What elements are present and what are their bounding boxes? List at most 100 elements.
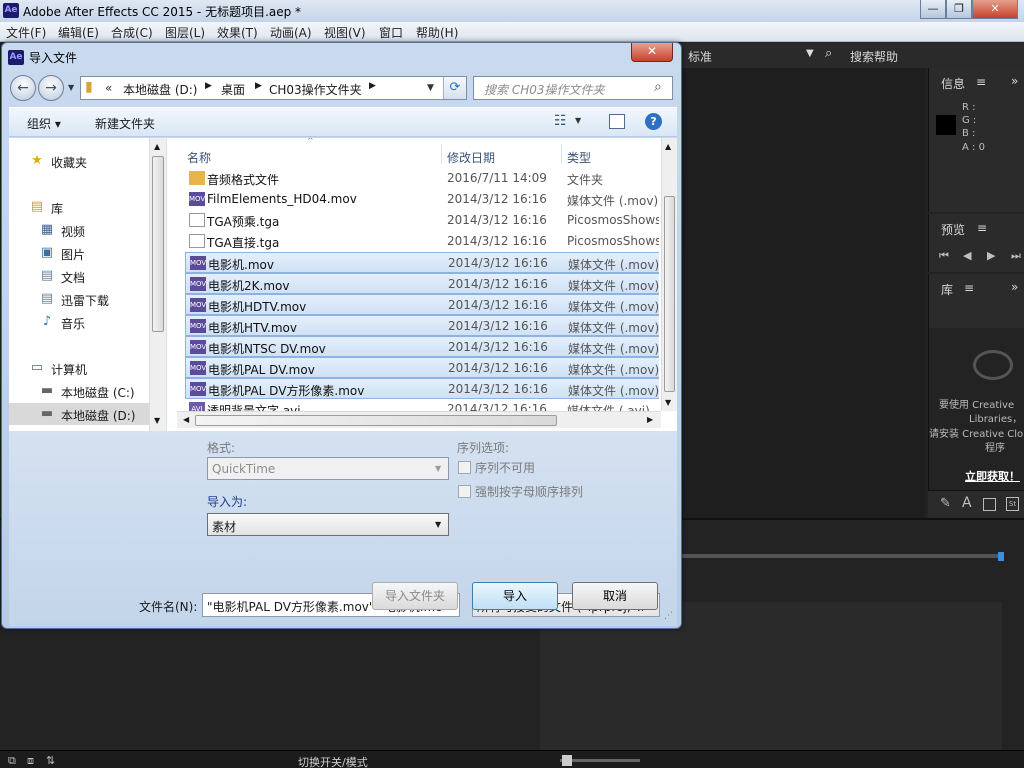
- graph-icon[interactable]: ⇅: [46, 754, 55, 767]
- zoom-slider-handle[interactable]: [562, 755, 572, 766]
- stock-icon[interactable]: St: [1006, 497, 1019, 511]
- file-row[interactable]: 音频格式文件 2016/7/11 14:09 文件夹: [185, 168, 659, 189]
- nav-computer[interactable]: ▭ 计算机: [9, 357, 157, 379]
- scroll-down-icon[interactable]: ▼: [665, 398, 671, 407]
- nav-music[interactable]: ♪ 音乐: [9, 311, 157, 333]
- address-part-drive[interactable]: 本地磁盘 (D:): [123, 81, 197, 98]
- file-list-hscrollbar[interactable]: ◀ ▶: [177, 411, 661, 428]
- menu-layer[interactable]: 图层(L): [165, 24, 205, 41]
- preview-panel-title[interactable]: 预览: [941, 221, 965, 238]
- prev-frame-icon[interactable]: ◀: [963, 249, 971, 262]
- view-menu-icon[interactable]: ☷: [554, 113, 567, 129]
- nav-thunder-downloads[interactable]: ▤ 迅雷下载: [9, 288, 157, 310]
- history-dropdown-icon[interactable]: ▼: [68, 83, 74, 92]
- address-bar[interactable]: ▮ « 本地磁盘 (D:) ▶ 桌面 ▶ CH03操作文件夹 ▶ ▼ ⟳: [80, 76, 467, 100]
- play-icon[interactable]: ▶: [987, 249, 995, 262]
- text-icon[interactable]: A: [962, 495, 972, 511]
- workspace-label[interactable]: 标准: [688, 48, 712, 65]
- import-as-select[interactable]: 素材 ▼: [207, 513, 449, 536]
- search-icon[interactable]: ⌕: [654, 79, 662, 95]
- scroll-down-icon[interactable]: ▼: [154, 416, 160, 425]
- view-dropdown-icon[interactable]: ▼: [575, 116, 581, 125]
- file-row[interactable]: MOV 电影机NTSC DV.mov 2014/3/12 16:16 媒体文件 (.m…: [185, 336, 659, 357]
- next-frame-icon[interactable]: ⏭: [1011, 249, 1021, 263]
- alphabetical-checkbox[interactable]: [458, 485, 471, 498]
- nav-documents[interactable]: ▤ 文档: [9, 265, 157, 287]
- menu-animation[interactable]: 动画(A): [270, 24, 312, 41]
- menu-help[interactable]: 帮助(H): [416, 24, 458, 41]
- preview-pane-icon[interactable]: [609, 114, 625, 129]
- column-type[interactable]: 类型: [567, 149, 591, 166]
- library-install-link[interactable]: 立即获取！: [965, 468, 1020, 484]
- file-row[interactable]: MOV FilmElements_HD04.mov 2014/3/12 16:16 媒…: [185, 189, 659, 210]
- menu-file[interactable]: 文件(F): [6, 24, 46, 41]
- chevron-right-icon[interactable]: ▶: [369, 81, 376, 91]
- address-overflow[interactable]: «: [105, 81, 112, 95]
- chevron-right-icon[interactable]: ▶: [255, 81, 262, 91]
- menu-effect[interactable]: 效果(T): [217, 24, 258, 41]
- library-menu-icon[interactable]: ≡: [964, 281, 974, 295]
- address-part-desktop[interactable]: 桌面: [221, 81, 245, 98]
- nav-libraries[interactable]: ▤ 库: [9, 196, 157, 218]
- close-app-button[interactable]: ✕: [972, 0, 1018, 19]
- restore-button[interactable]: ❐: [946, 0, 972, 19]
- sequence-checkbox[interactable]: [458, 461, 471, 474]
- nav-videos[interactable]: ▦ 视频: [9, 219, 157, 241]
- square-icon[interactable]: [983, 498, 996, 511]
- file-row[interactable]: MOV 电影机HTV.mov 2014/3/12 16:16 媒体文件 (.mov): [185, 315, 659, 336]
- nav-favorites[interactable]: ★ 收藏夹: [9, 150, 157, 172]
- address-dropdown-icon[interactable]: ▼: [427, 83, 434, 93]
- toggle-switches-modes[interactable]: 切换开关/模式: [298, 754, 368, 768]
- minimize-button[interactable]: —: [920, 0, 946, 19]
- menu-view[interactable]: 视图(V): [324, 24, 366, 41]
- nav-drive-c[interactable]: ▬ 本地磁盘 (C:): [9, 380, 157, 402]
- nav-drive-d[interactable]: ▬ 本地磁盘 (D:): [9, 403, 157, 425]
- search-input[interactable]: 搜索 CH03操作文件夹 ⌕: [473, 76, 673, 100]
- file-list-scrollbar[interactable]: ▲ ▼: [661, 138, 677, 411]
- new-folder-button[interactable]: 新建文件夹: [95, 115, 155, 132]
- info-menu-icon[interactable]: ≡: [976, 75, 986, 89]
- search-help-label[interactable]: 搜索帮助: [850, 48, 898, 65]
- menu-composition[interactable]: 合成(C): [111, 24, 153, 41]
- workspace-dropdown-icon[interactable]: ▼: [806, 48, 814, 59]
- library-panel-title[interactable]: 库: [941, 281, 953, 298]
- help-icon[interactable]: ?: [645, 113, 662, 130]
- scroll-left-icon[interactable]: ◀: [183, 415, 189, 424]
- format-select[interactable]: QuickTime ▼: [207, 457, 449, 480]
- scroll-up-icon[interactable]: ▲: [154, 142, 160, 151]
- file-row[interactable]: MOV 电影机PAL DV.mov 2014/3/12 16:16 媒体文件 (.mo…: [185, 357, 659, 378]
- chevron-right-icon[interactable]: ▶: [205, 81, 212, 91]
- menu-window[interactable]: 窗口: [379, 24, 403, 41]
- column-date[interactable]: 修改日期: [447, 149, 495, 166]
- file-row[interactable]: MOV 电影机HDTV.mov 2014/3/12 16:16 媒体文件 (.mov): [185, 294, 659, 315]
- back-button[interactable]: ←: [10, 75, 36, 101]
- comp-flow-icon[interactable]: ⧉: [8, 754, 16, 768]
- dialog-close-button[interactable]: ✕: [631, 43, 673, 62]
- resize-grip-icon[interactable]: ⋰: [664, 611, 678, 625]
- hscroll-thumb[interactable]: [195, 415, 557, 426]
- brush-icon[interactable]: ✎: [940, 496, 951, 511]
- scroll-right-icon[interactable]: ▶: [647, 415, 653, 424]
- column-divider[interactable]: [561, 144, 562, 164]
- panel-expand-icon[interactable]: »: [1011, 280, 1018, 294]
- file-scroll-thumb[interactable]: [664, 196, 675, 392]
- organize-button[interactable]: 组织 ▾: [27, 115, 61, 132]
- preview-menu-icon[interactable]: ≡: [977, 221, 987, 235]
- import-folder-button[interactable]: 导入文件夹: [372, 582, 458, 610]
- layer-icon[interactable]: ⧈: [27, 754, 34, 768]
- file-row[interactable]: TGA直接.tga 2014/3/12 16:16 PicosmosShows: [185, 231, 659, 252]
- refresh-icon[interactable]: ⟳: [443, 77, 466, 99]
- zoom-slider[interactable]: [560, 759, 640, 762]
- address-part-folder[interactable]: CH03操作文件夹: [269, 81, 362, 98]
- scroll-up-icon[interactable]: ▲: [665, 142, 671, 151]
- work-area-end[interactable]: [998, 552, 1004, 561]
- file-row[interactable]: TGA预乘.tga 2014/3/12 16:16 PicosmosShows: [185, 210, 659, 231]
- nav-pictures[interactable]: ▣ 图片: [9, 242, 157, 264]
- menu-edit[interactable]: 编辑(E): [58, 24, 99, 41]
- info-panel-title[interactable]: 信息: [941, 75, 965, 92]
- forward-button[interactable]: →: [38, 75, 64, 101]
- file-row[interactable]: MOV 电影机2K.mov 2014/3/12 16:16 媒体文件 (.mov): [185, 273, 659, 294]
- panel-expand-icon[interactable]: »: [1011, 74, 1018, 88]
- column-divider[interactable]: [441, 144, 442, 164]
- file-row[interactable]: MOV 电影机PAL DV方形像素.mov 2014/3/12 16:16 媒体文件 …: [185, 378, 659, 399]
